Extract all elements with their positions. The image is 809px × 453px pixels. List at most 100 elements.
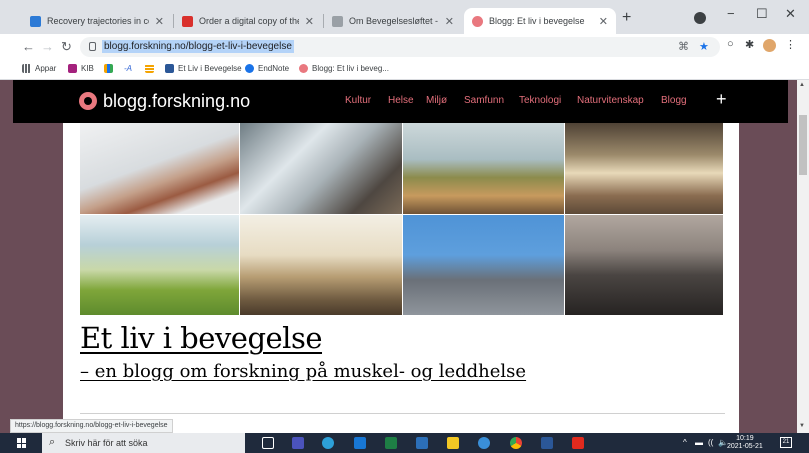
site-logo-text[interactable]: blogg.forskning.no bbox=[103, 91, 250, 112]
maximize-button[interactable]: ☐ bbox=[756, 6, 768, 22]
globe-icon[interactable] bbox=[478, 437, 490, 449]
edge-icon[interactable] bbox=[322, 437, 334, 449]
tab-close-icon[interactable]: ✕ bbox=[155, 15, 164, 28]
nav-more-button[interactable]: + bbox=[716, 89, 727, 110]
nav-samfunn[interactable]: Samfunn bbox=[464, 95, 504, 106]
bookmark-label: KIB bbox=[81, 64, 94, 73]
profile-icon[interactable] bbox=[694, 12, 706, 24]
bookmark-kib[interactable]: KIB bbox=[68, 64, 94, 73]
word-icon[interactable] bbox=[541, 437, 553, 449]
tab-title: Order a digital copy of the thesis bbox=[199, 16, 299, 26]
nav-naturvitenskap[interactable]: Naturvitenskap bbox=[577, 95, 644, 106]
tab-close-icon[interactable]: ✕ bbox=[445, 15, 454, 28]
close-button[interactable]: ✕ bbox=[785, 6, 796, 22]
blog-subtitle[interactable]: – en blogg om forskning på muskel- og le… bbox=[80, 361, 526, 382]
nav-miljo[interactable]: Miljø bbox=[426, 95, 447, 106]
bookmark-star-icon[interactable]: ★ bbox=[699, 40, 709, 53]
forward-button[interactable]: → bbox=[41, 39, 54, 54]
photo-hiking-boots bbox=[240, 123, 402, 214]
page-scrollbar[interactable]: ▲ ▼ bbox=[797, 80, 809, 433]
bookmark-label: Appar bbox=[35, 64, 57, 73]
url-text[interactable]: blogg.forskning.no/blogg-et-liv-i-bevege… bbox=[102, 40, 294, 53]
taskbar-search-placeholder: Skriv här för att söka bbox=[65, 438, 148, 448]
browser-toolbar: ← → ↻ blogg.forskning.no/blogg-et-liv-i-… bbox=[0, 34, 809, 60]
nav-blogg[interactable]: Blogg bbox=[661, 95, 687, 106]
photo-hikers-helping bbox=[403, 123, 564, 214]
tab-close-icon[interactable]: ✕ bbox=[599, 15, 608, 28]
endnote-icon bbox=[245, 64, 254, 73]
bookmark-endnote[interactable]: EndNote bbox=[245, 64, 289, 73]
taskbar-search[interactable]: ⌕ Skriv här för att söka bbox=[42, 433, 245, 453]
tray-battery-icon[interactable]: ▬ bbox=[695, 438, 703, 447]
scroll-up-icon[interactable]: ▲ bbox=[799, 82, 805, 88]
bookmark-bars[interactable] bbox=[104, 64, 117, 73]
page-viewport: blogg.forskning.no Kultur Helse Miljø Sa… bbox=[0, 80, 797, 433]
site-logo-icon[interactable] bbox=[79, 92, 97, 110]
bookmark-label: EndNote bbox=[258, 64, 290, 73]
excel-icon[interactable] bbox=[385, 437, 397, 449]
search-icon: ⌕ bbox=[49, 436, 56, 448]
new-tab-button[interactable]: + bbox=[622, 9, 631, 27]
blog-title[interactable]: Et liv i bevegelse bbox=[80, 321, 323, 355]
tab-favicon-icon bbox=[30, 15, 41, 27]
bookmark-et-liv-i-bevegelse[interactable]: Et Liv i Bevegelse bbox=[165, 64, 242, 73]
tab-bevegelseslaftet[interactable]: Om Bevegelsesløftet - Bevegelse ✕ bbox=[324, 8, 462, 34]
link-status-bar: https://blogg.forskning.no/blogg-et-liv-… bbox=[10, 419, 173, 433]
outlook-icon[interactable] bbox=[354, 437, 366, 449]
tab-title: Om Bevegelsesløftet - Bevegelse bbox=[349, 16, 439, 26]
tab-favicon-icon bbox=[472, 15, 483, 27]
back-button[interactable]: ← bbox=[22, 39, 35, 54]
bookmark-grid[interactable] bbox=[145, 64, 158, 73]
teams-icon[interactable] bbox=[292, 437, 304, 449]
browser-menu-icon[interactable]: ⋮ bbox=[785, 38, 796, 51]
w-icon bbox=[165, 64, 174, 73]
content-divider bbox=[80, 413, 725, 414]
kib-icon bbox=[68, 64, 77, 73]
tray-chevron-icon[interactable]: ^ bbox=[683, 438, 687, 447]
tab-strip: Recovery trajectories in commor ✕ Order … bbox=[0, 0, 809, 34]
taskbar-clock[interactable]: 10:19 2021-05-21 bbox=[727, 435, 763, 451]
translate-icon[interactable]: ⌘ bbox=[678, 40, 689, 53]
windows-taskbar: ⌕ Skriv här för att söka ^ ▬ (( 🔈 10:19 … bbox=[0, 433, 809, 453]
tray-wifi-icon[interactable]: (( bbox=[708, 438, 713, 447]
photo-family-walking bbox=[240, 215, 402, 315]
tab-recovery-trajectories[interactable]: Recovery trajectories in commor ✕ bbox=[22, 8, 172, 34]
tab-title: Blogg: Et liv i bevegelse bbox=[489, 16, 585, 26]
tab-close-icon[interactable]: ✕ bbox=[305, 15, 314, 28]
grid-icon bbox=[145, 64, 154, 73]
tab-blogg-et-liv[interactable]: Blogg: Et liv i bevegelse ✕ bbox=[464, 8, 616, 34]
nav-helse[interactable]: Helse bbox=[388, 95, 414, 106]
windows-start-icon[interactable] bbox=[17, 438, 27, 448]
extension-circle-icon[interactable]: ○ bbox=[727, 38, 734, 50]
explorer-icon[interactable] bbox=[416, 437, 428, 449]
chrome-icon[interactable] bbox=[510, 437, 522, 449]
lock-icon[interactable] bbox=[89, 42, 96, 51]
clock-date: 2021-05-21 bbox=[727, 443, 763, 450]
bookmark-label: Et Liv i Bevegelse bbox=[178, 64, 242, 73]
photo-kids-rollerskating bbox=[403, 215, 564, 315]
bookmarks-bar: Appar KIB -A Et Liv i Bevegelse EndNote … bbox=[0, 60, 809, 80]
minimize-button[interactable]: − bbox=[727, 6, 735, 21]
extensions-puzzle-icon[interactable]: ✱ bbox=[745, 38, 754, 51]
profile-avatar-icon[interactable] bbox=[763, 39, 776, 52]
scroll-down-icon[interactable]: ▼ bbox=[799, 423, 805, 429]
taskview-icon[interactable] bbox=[262, 437, 274, 449]
tab-favicon-icon bbox=[332, 15, 343, 27]
bookmark-a[interactable]: -A bbox=[124, 64, 132, 73]
nav-kultur[interactable]: Kultur bbox=[345, 95, 371, 106]
bookmark-apps[interactable]: Appar bbox=[22, 64, 56, 73]
site-header: blogg.forskning.no Kultur Helse Miljø Sa… bbox=[13, 80, 788, 123]
bars-icon bbox=[104, 64, 113, 73]
a-icon: -A bbox=[124, 64, 132, 73]
apps-icon bbox=[22, 64, 31, 73]
tab-order-thesis[interactable]: Order a digital copy of the thesis ✕ bbox=[174, 8, 322, 34]
address-bar[interactable]: blogg.forskning.no/blogg-et-liv-i-bevege… bbox=[80, 37, 720, 57]
reload-button[interactable]: ↻ bbox=[61, 39, 72, 55]
acrobat-icon[interactable] bbox=[572, 437, 584, 449]
notifications-icon[interactable]: 21 bbox=[780, 437, 792, 448]
scrollbar-thumb[interactable] bbox=[799, 115, 807, 175]
sticky-notes-icon[interactable] bbox=[447, 437, 459, 449]
blogg-icon bbox=[299, 64, 308, 73]
bookmark-blogg[interactable]: Blogg: Et liv i beveg... bbox=[299, 64, 389, 73]
nav-teknologi[interactable]: Teknologi bbox=[519, 95, 561, 106]
